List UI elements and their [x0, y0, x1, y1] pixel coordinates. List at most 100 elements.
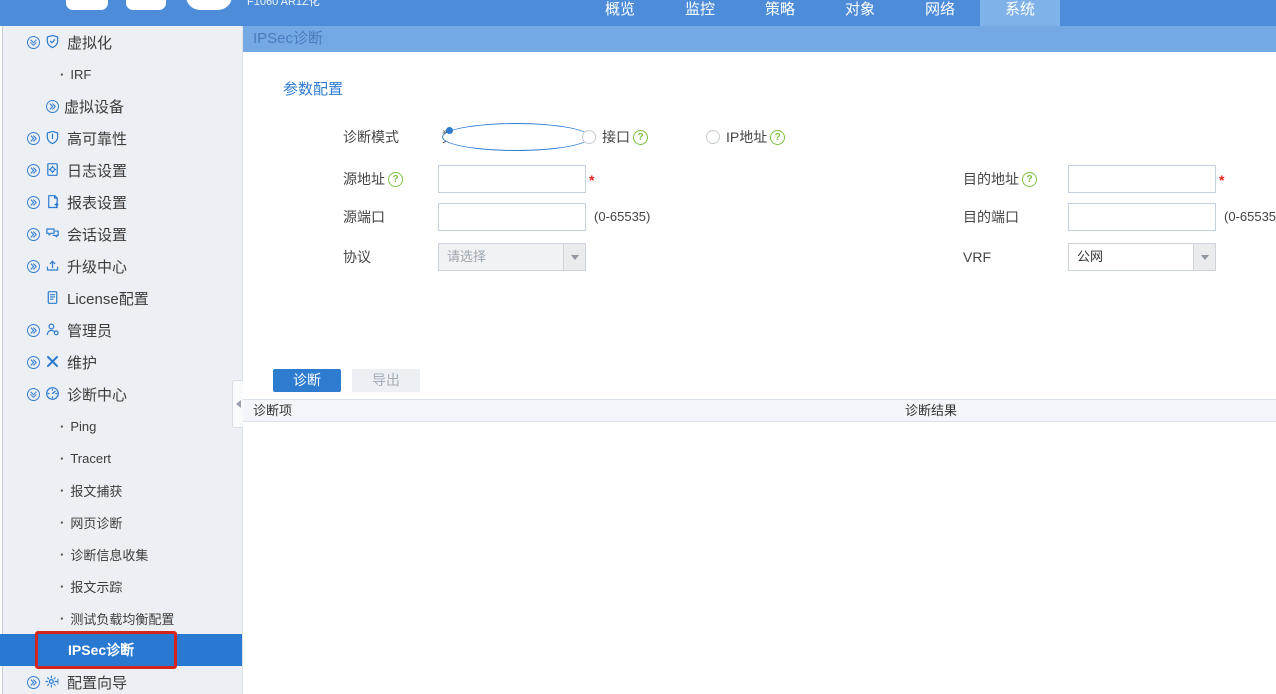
result-table-header: 诊断项 诊断结果 [243, 399, 1276, 422]
bullet-dot: · [60, 450, 65, 466]
main-content: 参数配置 诊断模式 数据流?接口?IP地址? 源地址?*目的地址?*源端口(0-… [243, 52, 1276, 694]
sidebar-collapse-handle[interactable] [232, 380, 243, 428]
diagnose-button[interactable]: 诊断 [273, 369, 341, 392]
sidebar-item-ipsec-diagnosis[interactable]: IPSec诊断 [0, 631, 242, 669]
sidebar-item-label: IRF [70, 66, 92, 82]
sidebar-item-license-config[interactable]: License配置 [0, 282, 242, 314]
sidebar-item-report-settings[interactable]: 报表设置 [0, 186, 242, 218]
help-icon[interactable]: ? [1022, 171, 1037, 187]
sidebar-item-tracert[interactable]: · Tracert [0, 442, 242, 474]
sidebar-item-packet-trace[interactable]: · 报文示踪 [0, 570, 242, 602]
source-port-input[interactable] [438, 203, 586, 231]
sidebar-item-label: 报文捕获 [70, 483, 123, 499]
sidebar-item-session-settings[interactable]: 会话设置 [0, 218, 242, 250]
sidebar-item-label: 会话设置 [67, 226, 128, 244]
nav-tab-policy[interactable]: 策略 [740, 0, 820, 26]
upload-icon [45, 258, 62, 274]
nav-tab-overview[interactable]: 概览 [580, 0, 660, 26]
column-header-result: 诊断结果 [905, 403, 958, 418]
dropdown-arrow-icon[interactable] [1193, 244, 1215, 270]
action-buttons: 诊断 导出 [243, 369, 1276, 392]
gear-icon [45, 674, 62, 690]
device-model-text: F1060 AR1Z化 [247, 0, 320, 8]
destination-port-input[interactable] [1068, 203, 1216, 231]
sidebar-item-diagnostic-info-collection[interactable]: · 诊断信息收集 [0, 538, 242, 570]
sidebar-item-administrator[interactable]: 管理员 [0, 314, 242, 346]
sidebar-item-virtualization[interactable]: 虚拟化 [0, 26, 242, 58]
bullet-dot: · [60, 578, 65, 594]
sidebar-item-label: 报表设置 [67, 194, 128, 212]
nav-tab-objects[interactable]: 对象 [820, 0, 900, 26]
sidebar-item-label: 诊断信息收集 [70, 547, 149, 563]
required-asterisk: * [1219, 172, 1225, 188]
chevron-right-circle-icon[interactable] [26, 195, 41, 210]
doc-gear-icon [45, 162, 62, 178]
sidebar-item-label: 报文示踪 [70, 579, 123, 595]
destination-port-label: 目的端口 [963, 209, 1019, 225]
sidebar-item-high-availability[interactable]: 高可靠性 [0, 122, 242, 154]
sidebar-item-virtual-device[interactable]: 虚拟设备 [0, 90, 242, 122]
chevron-right-circle-icon[interactable] [26, 131, 41, 146]
destination-port-range-hint: (0-65535) [1224, 209, 1276, 224]
chevron-right-circle-icon[interactable] [26, 259, 41, 274]
sidebar-item-ping[interactable]: · Ping [0, 410, 242, 442]
sidebar-item-web-diagnosis[interactable]: · 网页诊断 [0, 506, 242, 538]
nav-tab-network[interactable]: 网络 [900, 0, 980, 26]
source-address-input[interactable] [438, 165, 586, 193]
sidebar-item-config-wizard[interactable]: 配置向导 [0, 666, 242, 694]
nav-tab-monitor[interactable]: 监控 [660, 0, 740, 26]
sidebar-item-label: 升级中心 [67, 258, 128, 276]
sidebar-item-label: 配置向导 [67, 674, 128, 692]
chevron-right-circle-icon[interactable] [26, 675, 41, 690]
sidebar-item-label: License配置 [67, 290, 149, 308]
sidebar-item-label: 虚拟化 [67, 34, 113, 52]
collapse-arrow-icon [235, 400, 241, 408]
sidebar-item-log-settings[interactable]: 日志设置 [0, 154, 242, 186]
protocol-selected-value: 请选择 [447, 249, 487, 264]
user-gear-icon [45, 322, 62, 338]
bullet-dot: · [60, 418, 65, 434]
sidebar-item-packet-capture[interactable]: · 报文捕获 [0, 474, 242, 506]
source-port-range-hint: (0-65535) [594, 209, 651, 224]
chevron-down-circle-icon[interactable] [26, 35, 41, 50]
page-title: IPSec诊断 [253, 30, 324, 47]
required-asterisk: * [589, 172, 595, 188]
sidebar-item-label: 管理员 [67, 322, 113, 340]
vrf-selected-value: 公网 [1077, 249, 1104, 264]
protocol-label: 协议 [343, 249, 371, 265]
sidebar-item-label: Ping [70, 418, 97, 434]
chevron-right-circle-icon[interactable] [45, 99, 60, 114]
chevron-right-circle-icon[interactable] [26, 323, 41, 338]
sidebar-item-upgrade-center[interactable]: 升级中心 [0, 250, 242, 282]
export-button: 导出 [352, 369, 420, 392]
sidebar-item-irf[interactable]: · IRF [0, 58, 242, 90]
sidebar-item-maintenance[interactable]: 维护 [0, 346, 242, 378]
gauge-icon [45, 386, 62, 402]
chevron-down-circle-icon[interactable] [26, 387, 41, 402]
sidebar-item-test-load-balance-config[interactable]: · 测试负载均衡配置 [0, 602, 242, 634]
bullet-dot: · [60, 482, 65, 498]
sidebar-item-diagnostic-center[interactable]: 诊断中心 [0, 378, 242, 410]
chevron-right-circle-icon[interactable] [26, 355, 41, 370]
h3c-logo [66, 0, 236, 10]
chevron-right-circle-icon[interactable] [26, 227, 41, 242]
shield-check-icon [45, 34, 62, 50]
destination-address-input[interactable] [1068, 165, 1216, 193]
sidebar-item-label: 日志设置 [67, 162, 128, 180]
nav-tabs: 概览 监控 策略 对象 网络 系统 [580, 0, 1060, 26]
sidebar-item-label: 网页诊断 [70, 515, 123, 531]
vrf-select[interactable]: 公网 [1068, 243, 1216, 271]
help-icon[interactable]: ? [388, 171, 403, 187]
doc-plus-icon [45, 194, 62, 210]
sidebar-item-label: 测试负载均衡配置 [70, 611, 175, 627]
sidebar-item-label: IPSec诊断 [68, 642, 135, 658]
nav-tab-system[interactable]: 系统 [980, 0, 1060, 26]
sidebar-item-label: 高可靠性 [67, 130, 128, 148]
protocol-select: 请选择 [438, 243, 586, 271]
chevron-right-circle-icon[interactable] [26, 163, 41, 178]
chat-icon [45, 226, 62, 242]
bullet-dot: · [60, 514, 65, 530]
source-port-label: 源端口 [343, 209, 385, 225]
tools-icon [45, 354, 62, 370]
destination-address-label: 目的地址? [963, 165, 1037, 193]
